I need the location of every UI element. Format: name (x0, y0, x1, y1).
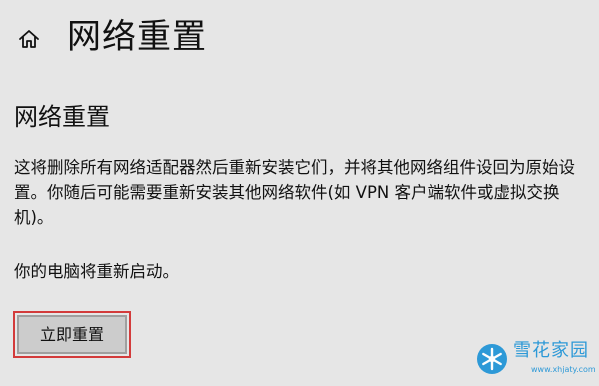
watermark: 雪花家园 www.xhjaty.com (475, 335, 596, 383)
page-title: 网络重置 (67, 17, 207, 57)
network-reset-description: 这将删除所有网络适配器然后重新安装它们，并将其他网络组件设回为原始设置。你随后可… (14, 158, 575, 227)
section-title: 网络重置 (14, 103, 110, 131)
snowflake-icon (477, 344, 507, 374)
watermark-url: www.xhjaty.com (531, 365, 596, 374)
watermark-name: 雪花家园 (513, 340, 589, 361)
restart-note: 你的电脑将重新启动。 (14, 262, 179, 281)
home-icon[interactable] (17, 28, 41, 50)
reset-button-highlight: 立即重置 (13, 311, 131, 358)
reset-now-button[interactable]: 立即重置 (17, 315, 127, 354)
